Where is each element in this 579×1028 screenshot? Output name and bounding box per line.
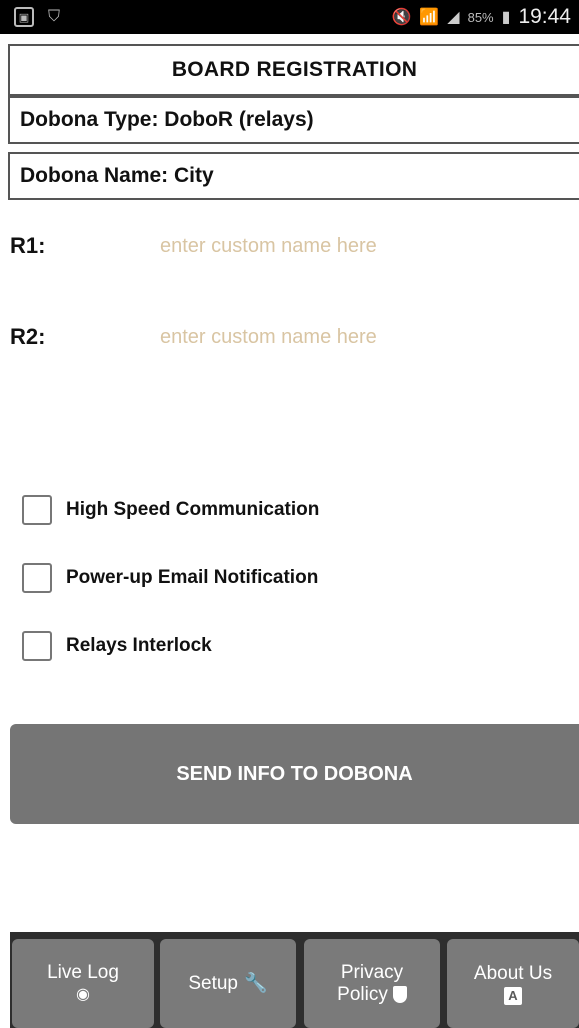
relay-name-input-r1[interactable] [160, 234, 540, 258]
wrench-icon: 🔧 [243, 972, 268, 994]
privacy-row: Policy [337, 984, 407, 1006]
relay-label-r2: R2: [10, 324, 46, 349]
relays-interlock-option[interactable]: Relays Interlock [22, 630, 212, 662]
relays-interlock-label[interactable]: Relays Interlock [66, 635, 212, 657]
live-log-button[interactable]: Live Log ◉ [12, 939, 154, 1028]
mute-icon: 🔇 [391, 9, 412, 26]
email-notification-checkbox[interactable] [22, 563, 52, 593]
privacy-label-line1: Privacy [340, 961, 404, 983]
signal-icon: ◢ [447, 9, 460, 26]
relay-name-input-r2[interactable] [160, 325, 540, 349]
status-bar: ▣ ⛉ 🔇 📶 ◢ 85% ▮ 19:44 [0, 0, 579, 34]
setup-button[interactable]: Setup 🔧 [160, 939, 296, 1028]
shield-status-icon: ⛉ [48, 8, 61, 25]
high-speed-checkbox[interactable] [22, 495, 52, 525]
about-us-button[interactable]: About Us A [447, 939, 579, 1028]
about-icon: A [504, 986, 522, 1005]
status-right-icons: 🔇 📶 ◢ 85% ▮ 19:44 [391, 5, 571, 29]
status-time: 19:44 [518, 5, 571, 28]
dobona-type-field: Dobona Type: DoboR (relays) [8, 96, 579, 144]
bottom-nav: Live Log ◉ Setup 🔧 Privacy Policy About U… [10, 932, 579, 1028]
privacy-label-line2: Policy [337, 983, 388, 1005]
shield-icon [392, 985, 407, 1003]
battery-percent: 85% [467, 9, 494, 25]
email-notification-option[interactable]: Power-up Email Notification [22, 562, 318, 594]
relay-label-r1: R1: [10, 233, 46, 258]
privacy-policy-button[interactable]: Privacy Policy [304, 939, 440, 1028]
dobona-name-field: Dobona Name: City [8, 152, 579, 200]
about-label: About Us [473, 962, 553, 984]
setup-row: Setup 🔧 [188, 973, 267, 995]
relays-interlock-checkbox[interactable] [22, 631, 52, 661]
page-title: BOARD REGISTRATION [8, 44, 579, 96]
high-speed-option[interactable]: High Speed Communication [22, 494, 319, 526]
wifi-icon: 📶 [419, 9, 440, 26]
send-info-button[interactable]: SEND INFO TO DOBONA [10, 724, 579, 824]
setup-label: Setup [188, 972, 238, 994]
relay-row-r1: R1: [10, 226, 570, 266]
status-left-icons: ▣ ⛉ [14, 7, 66, 27]
email-notification-label[interactable]: Power-up Email Notification [66, 567, 318, 589]
relay-row-r2: R2: [10, 317, 570, 357]
app-notification-icon: ▣ [14, 7, 34, 27]
live-log-label: Live Log [47, 961, 119, 983]
eye-icon: ◉ [76, 985, 90, 1003]
high-speed-label[interactable]: High Speed Communication [66, 499, 319, 521]
battery-icon: ▮ [501, 9, 511, 26]
